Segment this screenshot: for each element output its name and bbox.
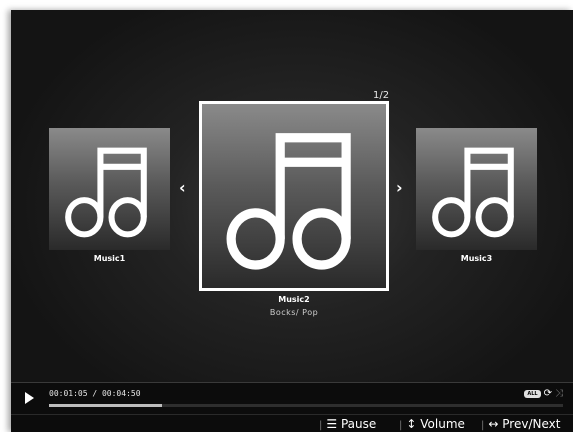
album-thumbnail-music2-selected[interactable] <box>199 101 389 291</box>
album-title-music2: Music2 <box>278 295 310 304</box>
prev-next-label: Prev/Next <box>502 417 561 431</box>
volume-hint: | ↕ Volume <box>399 417 465 431</box>
progress-fill <box>49 404 163 407</box>
previous-arrow-icon[interactable]: ‹ <box>179 178 186 197</box>
prev-next-hint: | ↔ Prev/Next <box>481 417 560 431</box>
volume-icon: ↕ <box>406 417 417 431</box>
control-hints-bar: | ☰ Pause | ↕ Volume | ↔ Prev/Next <box>11 414 573 432</box>
divider: | <box>319 420 323 431</box>
shuffle-icon[interactable]: ⤨ <box>555 389 563 399</box>
album-title-music3: Music3 <box>460 254 493 263</box>
music-note-icon <box>226 133 351 270</box>
divider: | <box>481 420 485 431</box>
music-player-screen: 1/2 Music1 ‹ Music2 Bocks/ Pop › Music3 … <box>11 10 573 432</box>
music-note-icon <box>65 147 147 238</box>
album-thumbnail-music1[interactable] <box>49 128 170 250</box>
progress-track[interactable] <box>49 404 563 407</box>
repeat-all-badge[interactable]: ALL <box>524 390 541 398</box>
pause-icon: ☰ <box>326 417 338 431</box>
music-note-icon <box>432 147 514 238</box>
divider: | <box>399 420 403 431</box>
album-thumbnail-music3[interactable] <box>416 128 537 250</box>
time-display: 00:01:05 / 00:04:50 <box>49 389 141 398</box>
album-title-music1: Music1 <box>93 254 126 263</box>
prev-next-icon: ↔ <box>488 417 499 431</box>
play-icon[interactable] <box>25 392 34 404</box>
page-counter: 1/2 <box>373 90 390 101</box>
album-genre-music2: Bocks/ Pop <box>269 308 319 317</box>
pause-label: Pause <box>340 417 377 431</box>
repeat-icon[interactable]: ⟳ <box>544 389 552 399</box>
playback-bar: 00:01:05 / 00:04:50 ALL ⟳ ⤨ <box>11 382 573 415</box>
next-arrow-icon[interactable]: › <box>396 178 403 197</box>
playback-mode-icons: ALL ⟳ ⤨ <box>524 389 563 399</box>
volume-label: Volume <box>420 417 465 431</box>
pause-hint: | ☰ Pause <box>319 417 376 431</box>
